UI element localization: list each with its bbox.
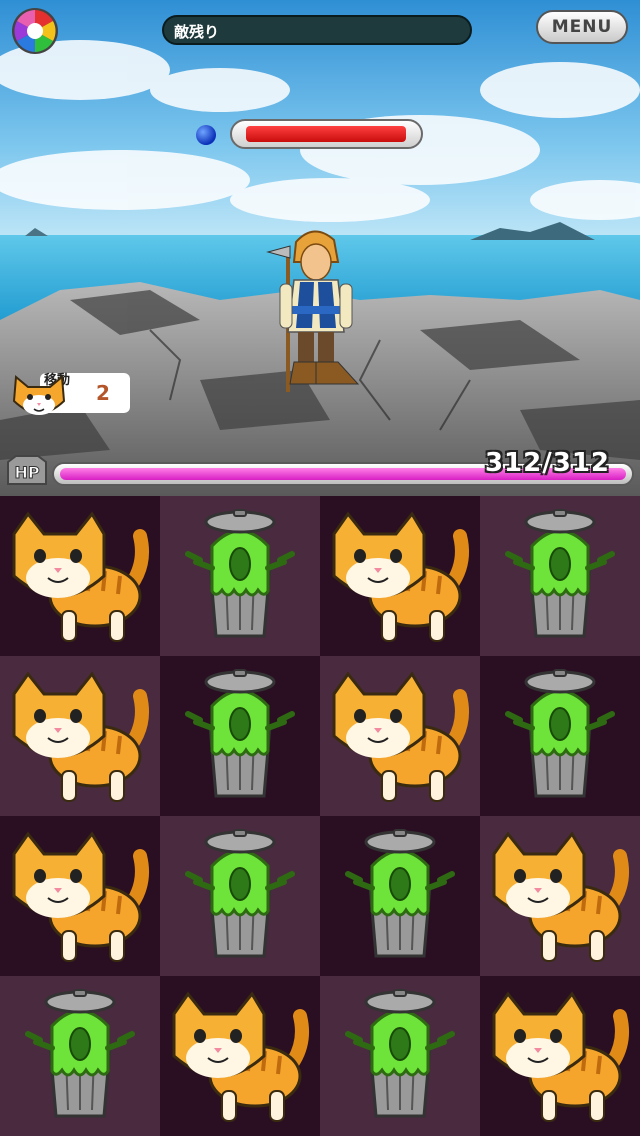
enemies-remaining-label: 敵残り <box>174 23 220 41</box>
board-tile-cat[interactable] <box>480 816 640 976</box>
cat-face-icon <box>12 375 66 415</box>
board-tile-trash-slime[interactable] <box>480 496 640 656</box>
hp-heart-icon: HP <box>7 455 47 485</box>
board-tile-cat[interactable] <box>0 656 160 816</box>
trash-slime-icon <box>505 509 615 638</box>
player-hp-value: 312/312 <box>484 448 610 478</box>
board-tile-trash-slime[interactable] <box>320 976 480 1136</box>
board-tile-cat[interactable] <box>480 976 640 1136</box>
board-tile-cat[interactable] <box>320 496 480 656</box>
cat-icon <box>492 991 629 1122</box>
cat-icon <box>12 671 149 802</box>
trash-slime-icon <box>505 669 615 798</box>
player-hp-bar: HP 312/312 <box>0 448 640 496</box>
trash-slime-icon <box>25 989 135 1118</box>
enemy-hp-bar <box>230 119 423 149</box>
menu-button[interactable]: MENU <box>536 10 628 44</box>
board-tile-trash-slime[interactable] <box>160 656 320 816</box>
board-tile-trash-slime[interactable] <box>320 816 480 976</box>
move-counter: 移動 2 <box>10 365 130 415</box>
puzzle-board <box>0 496 640 1136</box>
enemy-villager-sprite[interactable] <box>254 222 364 397</box>
enemies-remaining-bar: 敵残り <box>162 15 472 45</box>
cat-icon <box>332 671 469 802</box>
trash-slime-icon <box>345 989 455 1118</box>
cat-icon <box>332 511 469 642</box>
board-tile-trash-slime[interactable] <box>0 976 160 1136</box>
board-tile-cat[interactable] <box>160 976 320 1136</box>
board-tile-trash-slime[interactable] <box>480 656 640 816</box>
board-tile-cat[interactable] <box>0 496 160 656</box>
cat-icon <box>12 511 149 642</box>
board-tile-cat[interactable] <box>0 816 160 976</box>
enemy-hp-fill <box>246 126 406 142</box>
board-tile-cat[interactable] <box>320 656 480 816</box>
enemy-element-gem-icon <box>196 125 216 145</box>
cat-icon <box>12 831 149 962</box>
trash-slime-icon <box>185 829 295 958</box>
color-wheel-icon[interactable] <box>8 4 62 58</box>
battle-scene: 敵残り MENU 移動 2 <box>0 0 640 496</box>
trash-slime-icon <box>345 829 455 958</box>
cat-icon <box>492 831 629 962</box>
hp-label: HP <box>14 463 39 482</box>
board-tile-trash-slime[interactable] <box>160 816 320 976</box>
board-tile-trash-slime[interactable] <box>160 496 320 656</box>
cat-icon <box>172 991 309 1122</box>
trash-slime-icon <box>185 509 295 638</box>
trash-slime-icon <box>185 669 295 798</box>
move-counter-value: 2 <box>96 381 110 405</box>
